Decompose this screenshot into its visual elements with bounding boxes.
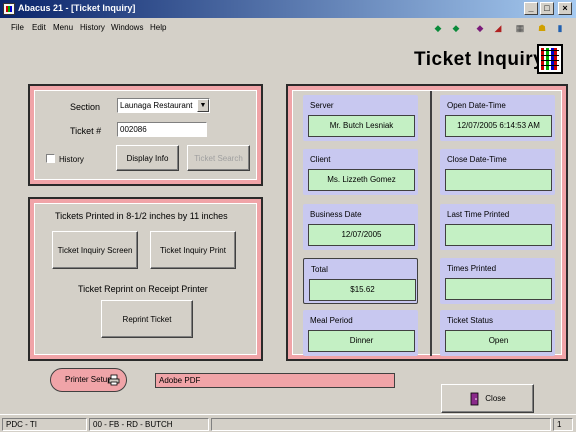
ticket-inquiry-screen-button[interactable]: Ticket Inquiry Screen (52, 231, 138, 269)
close-label: Close (485, 394, 506, 403)
total-value: $15.62 (309, 279, 416, 301)
printer-name-field[interactable]: Adobe PDF (155, 373, 395, 388)
ticket-status-field: Ticket Status Open (440, 310, 555, 356)
open-datetime-value: 12/07/2005 6:14:53 AM (445, 115, 552, 137)
times-printed-label: Times Printed (447, 264, 497, 273)
business-date-field: Business Date 12/07/2005 (303, 204, 418, 250)
display-info-button[interactable]: Display Info (116, 145, 179, 171)
title-bar: Abacus 21 - [Ticket Inquiry] _ □ × (0, 0, 576, 18)
ticket-status-value: Open (445, 330, 552, 352)
last-printed-value (445, 224, 552, 246)
app-icon[interactable] (3, 3, 15, 15)
exit-door-icon[interactable]: ▮ (552, 21, 568, 36)
meal-period-label: Meal Period (310, 316, 353, 325)
close-datetime-field: Close Date-Time (440, 149, 555, 195)
divider (430, 91, 432, 356)
total-field: Total $15.62 (303, 258, 418, 304)
client-value: Ms. Lizzeth Gomez (308, 169, 415, 191)
printer-setup-label: Printer Setup (65, 375, 112, 384)
ticket-number-input[interactable]: 002086 (117, 122, 207, 137)
history-checkbox[interactable] (46, 154, 55, 163)
last-printed-label: Last Time Printed (447, 210, 510, 219)
times-printed-value (445, 278, 552, 300)
window-title: Abacus 21 - [Ticket Inquiry] (18, 3, 136, 13)
meal-period-field: Meal Period Dinner (303, 310, 418, 356)
server-field: Server Mr. Butch Lesniak (303, 95, 418, 141)
print-heading: Tickets Printed in 8-1/2 inches by 11 in… (55, 211, 228, 221)
times-printed-field: Times Printed (440, 258, 555, 304)
menu-file[interactable]: File (11, 23, 24, 32)
ticket-search-button[interactable]: Ticket Search (187, 145, 250, 171)
page-title: Ticket Inquiry (414, 49, 545, 70)
meal-period-value: Dinner (308, 330, 415, 352)
server-label: Server (310, 101, 334, 110)
status-module: PDC - TI (2, 418, 87, 431)
client-field: Client Ms. Lizzeth Gomez (303, 149, 418, 195)
back-arrow-icon[interactable]: ◆ (430, 21, 446, 36)
menu-help[interactable]: Help (150, 23, 166, 32)
gem-icon[interactable]: ◆ (472, 21, 488, 36)
close-datetime-value (445, 169, 552, 191)
close-button[interactable]: Close (441, 384, 534, 413)
printer-icon (108, 374, 120, 386)
history-label: History (59, 155, 84, 164)
close-window-button[interactable]: × (558, 2, 572, 15)
receipt-heading: Ticket Reprint on Receipt Printer (78, 284, 208, 294)
status-page: 1 (553, 418, 573, 431)
menu-menu[interactable]: Menu (53, 23, 73, 32)
section-value: Launaga Restaurant (120, 101, 193, 110)
minimize-button[interactable]: _ (524, 2, 538, 15)
menu-history[interactable]: History (80, 23, 105, 32)
open-datetime-field: Open Date-Time 12/07/2005 6:14:53 AM (440, 95, 555, 141)
open-datetime-label: Open Date-Time (447, 101, 506, 110)
running-man-icon[interactable]: ☗ (534, 21, 550, 36)
ticket-status-label: Ticket Status (447, 316, 493, 325)
printer-setup-button[interactable]: Printer Setup (50, 368, 127, 392)
client-label: Client (310, 155, 331, 164)
abacus-logo-icon (537, 44, 563, 74)
status-user: 00 - FB - RD - BUTCH (89, 418, 209, 431)
ticket-inquiry-print-button[interactable]: Ticket Inquiry Print (150, 231, 236, 269)
tag-icon[interactable]: ◢ (490, 21, 506, 36)
last-printed-field: Last Time Printed (440, 204, 555, 250)
total-label: Total (311, 265, 328, 274)
close-datetime-label: Close Date-Time (447, 155, 507, 164)
reprint-ticket-button[interactable]: Reprint Ticket (101, 300, 193, 338)
section-label: Section (70, 102, 101, 112)
door-exit-icon (470, 392, 479, 405)
status-empty (211, 418, 551, 431)
forward-arrow-icon[interactable]: ◆ (448, 21, 464, 36)
chevron-down-icon[interactable]: ▼ (197, 99, 209, 112)
server-value: Mr. Butch Lesniak (308, 115, 415, 137)
section-select[interactable]: Launaga Restaurant ▼ (117, 98, 210, 113)
business-date-value: 12/07/2005 (308, 224, 415, 246)
menu-edit[interactable]: Edit (32, 23, 46, 32)
maximize-button[interactable]: □ (540, 2, 554, 15)
calculator-icon[interactable]: ▦ (512, 21, 528, 36)
menu-windows[interactable]: Windows (111, 23, 143, 32)
status-bar: PDC - TI 00 - FB - RD - BUTCH 1 (0, 414, 576, 432)
ticket-label: Ticket # (70, 126, 102, 136)
business-date-label: Business Date (310, 210, 362, 219)
